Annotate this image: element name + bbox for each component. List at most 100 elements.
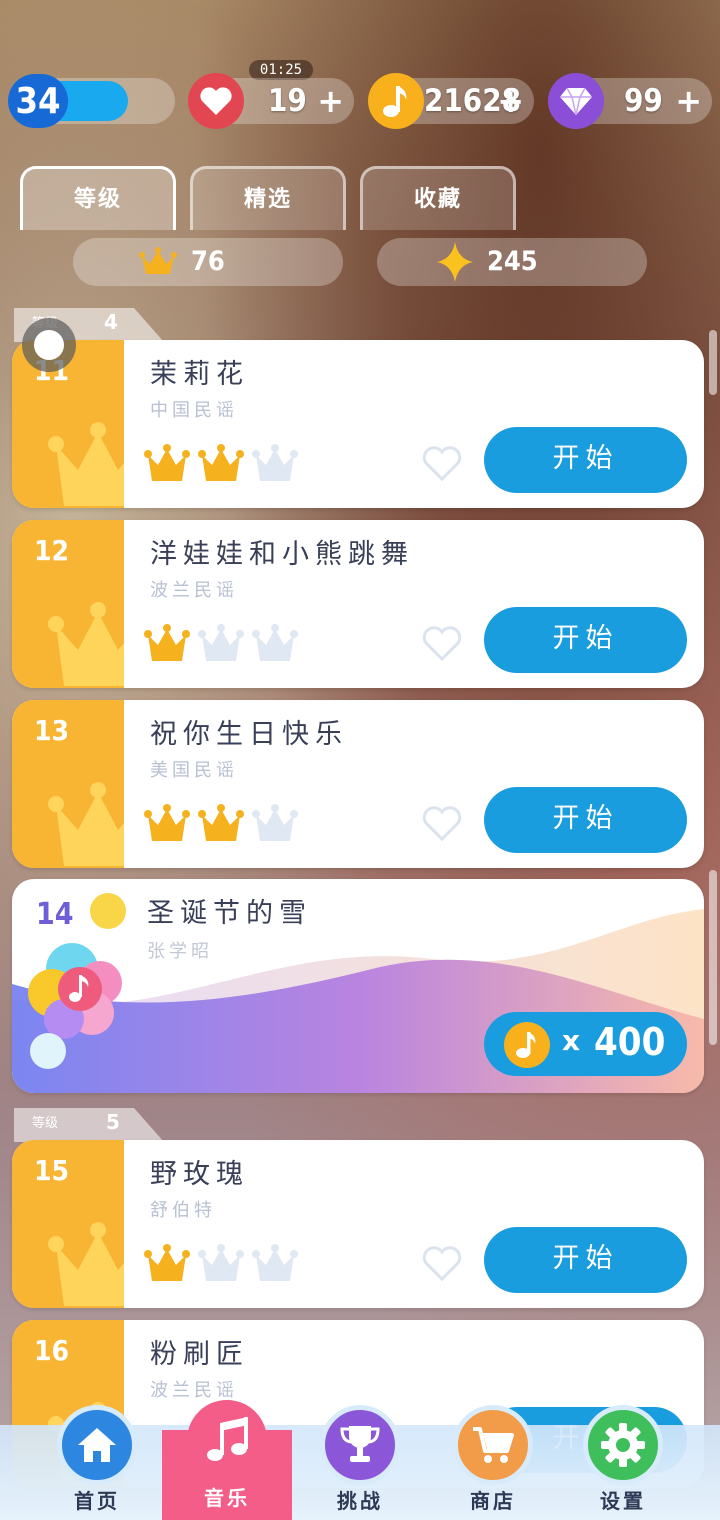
favorite-heart-icon[interactable] — [422, 806, 462, 842]
lives-counter[interactable]: 19 + — [188, 73, 354, 129]
song-artist: 中国民谣 — [150, 400, 238, 421]
lives-count: 19 — [268, 83, 307, 119]
group-number: 5 — [106, 1110, 120, 1134]
song-artist: 舒伯特 — [150, 1200, 216, 1221]
crown-empty-icon — [198, 623, 244, 669]
player-level-indicator[interactable]: 34 — [8, 74, 175, 128]
stars-count: 245 — [487, 246, 538, 277]
diamond-icon — [548, 73, 604, 129]
crown-earned-icon — [144, 803, 190, 849]
start-button[interactable]: 开始 — [484, 1227, 687, 1293]
diamonds-counter[interactable]: 99 + — [548, 73, 712, 129]
trophy-icon — [320, 1405, 400, 1485]
add-notes-button[interactable]: + — [497, 78, 524, 124]
stars-total: 245 — [377, 238, 647, 286]
nav-label: 商店 — [470, 1489, 516, 1513]
level-group-header: 等级 5 — [14, 1108, 164, 1142]
song-card[interactable]: 12 洋娃娃和小熊跳舞 波兰民谣 开始 — [12, 520, 704, 688]
nav-shop[interactable]: 商店 — [428, 1405, 558, 1520]
song-title: 茉莉花 — [150, 359, 249, 390]
toggle-knob — [34, 330, 64, 360]
start-button[interactable]: 开始 — [484, 607, 687, 673]
song-number: 15 — [34, 1154, 70, 1187]
song-artist: 波兰民谣 — [150, 1380, 238, 1401]
shopping-cart-icon — [453, 1405, 533, 1485]
crowns-count: 76 — [191, 246, 225, 277]
crown-earned-icon — [198, 803, 244, 849]
music-note-currency-icon — [504, 1022, 550, 1068]
song-number: 16 — [34, 1334, 70, 1367]
gear-icon — [583, 1405, 663, 1485]
music-note-icon — [187, 1400, 267, 1480]
song-artist: 美国民谣 — [150, 760, 238, 781]
nav-label: 设置 — [600, 1489, 646, 1513]
start-button[interactable]: 开始 — [484, 787, 687, 853]
diamonds-count: 99 — [624, 83, 663, 119]
add-diamonds-button[interactable]: + — [675, 78, 702, 124]
song-card[interactable]: 11 茉莉花 中国民谣 开始 — [12, 340, 704, 508]
home-icon — [57, 1405, 137, 1485]
favorite-heart-icon[interactable] — [422, 1246, 462, 1282]
song-number: 13 — [34, 714, 70, 747]
nav-label: 音乐 — [204, 1486, 250, 1510]
crown-empty-icon — [252, 623, 298, 669]
song-title: 洋娃娃和小熊跳舞 — [150, 539, 414, 570]
song-crowns — [144, 1243, 298, 1289]
add-lives-button[interactable]: + — [317, 78, 344, 124]
music-note-currency-icon — [368, 73, 424, 129]
crown-earned-icon — [144, 623, 190, 669]
nav-home[interactable]: 首页 — [32, 1405, 162, 1520]
scrollbar-thumb-lower[interactable] — [709, 870, 717, 1045]
song-crowns — [144, 443, 298, 489]
tab-level[interactable]: 等级 — [20, 166, 176, 230]
crown-earned-icon — [144, 1243, 190, 1289]
song-crowns — [144, 623, 298, 669]
start-button[interactable]: 开始 — [484, 427, 687, 493]
unlock-price-button[interactable]: x 400 — [484, 1012, 687, 1076]
scrollbar-thumb-upper[interactable] — [709, 330, 717, 395]
crown-earned-icon — [144, 443, 190, 489]
life-refill-timer: 01:25 — [249, 60, 313, 80]
song-card-banner: 11 — [12, 340, 124, 508]
song-number: 12 — [34, 534, 70, 567]
favorite-heart-icon[interactable] — [422, 446, 462, 482]
crown-watermark-icon — [48, 422, 124, 506]
notes-counter[interactable]: 21628 + — [368, 73, 534, 129]
locked-song-card[interactable]: 14 圣诞节的雪 张学昭 x 400 — [12, 879, 704, 1093]
group-label: 等级 — [32, 1116, 59, 1131]
price-amount: 400 — [594, 1020, 666, 1064]
crown-watermark-icon — [48, 1222, 124, 1306]
song-toggle-indicator[interactable] — [22, 318, 76, 372]
group-number: 4 — [104, 310, 118, 334]
crowns-total: 76 — [73, 238, 343, 286]
nav-label: 首页 — [74, 1489, 120, 1513]
sparkle-star-icon — [437, 242, 473, 282]
nav-label: 挑战 — [337, 1489, 383, 1513]
crown-earned-icon — [198, 443, 244, 489]
crown-empty-icon — [252, 803, 298, 849]
song-card-banner: 12 — [12, 520, 124, 688]
song-artist: 波兰民谣 — [150, 580, 238, 601]
song-card[interactable]: 15 野玫瑰 舒伯特 开始 — [12, 1140, 704, 1308]
song-title: 粉刷匠 — [150, 1339, 249, 1370]
crown-watermark-icon — [48, 782, 124, 866]
nav-music[interactable]: 音乐 — [162, 1400, 292, 1520]
song-title: 圣诞节的雪 — [147, 898, 312, 929]
balloon-cluster-icon — [28, 893, 126, 1069]
nav-challenge[interactable]: 挑战 — [295, 1405, 425, 1520]
heart-icon — [188, 73, 244, 129]
song-title: 野玫瑰 — [150, 1159, 249, 1190]
crown-empty-icon — [252, 443, 298, 489]
level-badge: 34 — [8, 74, 68, 128]
price-multiplier: x — [562, 1024, 581, 1057]
favorite-heart-icon[interactable] — [422, 626, 462, 662]
player-level: 34 — [15, 80, 61, 122]
song-card-banner: 13 — [12, 700, 124, 868]
song-artist: 张学昭 — [147, 941, 213, 962]
tab-favorites[interactable]: 收藏 — [360, 166, 516, 230]
song-card-banner: 15 — [12, 1140, 124, 1308]
song-card[interactable]: 13 祝你生日快乐 美国民谣 开始 — [12, 700, 704, 868]
crown-watermark-icon — [48, 602, 124, 686]
nav-settings[interactable]: 设置 — [558, 1405, 688, 1520]
tab-featured[interactable]: 精选 — [190, 166, 346, 230]
